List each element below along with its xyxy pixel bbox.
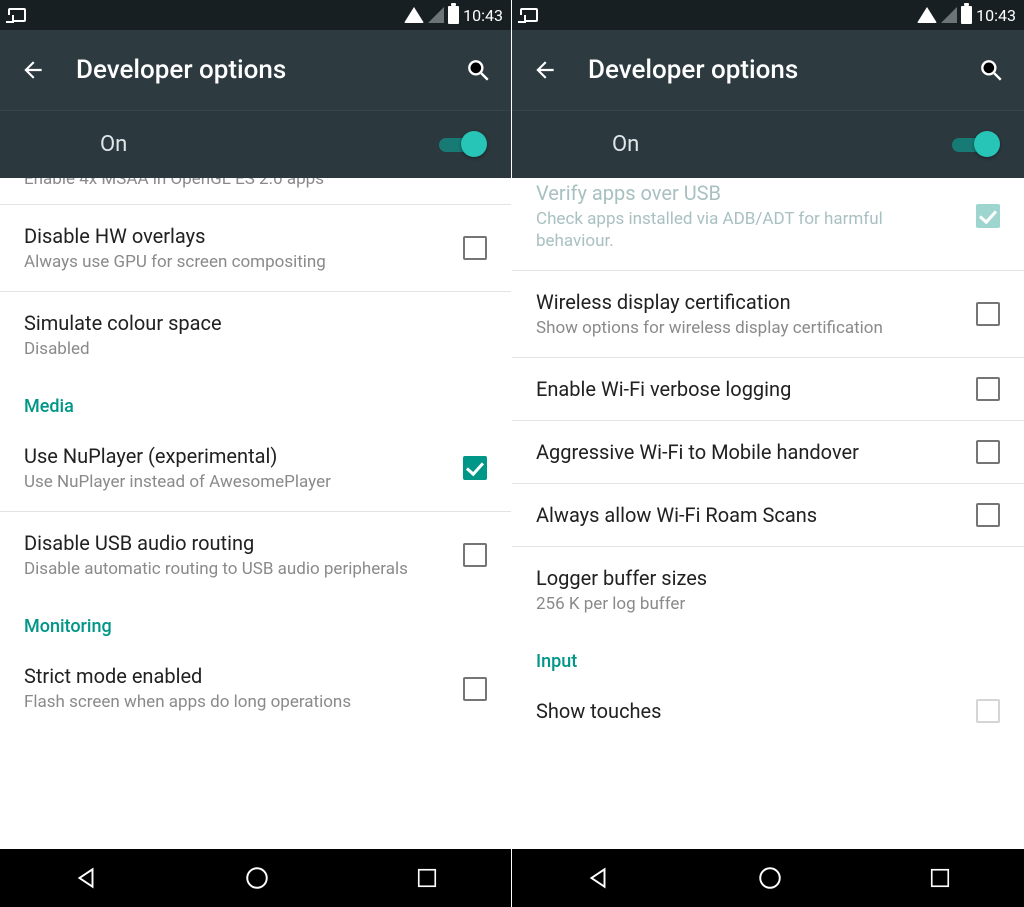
page-title: Developer options [76,55,465,85]
item-title: Wireless display certification [536,289,960,315]
list-item[interactable]: Show touches [512,680,1024,724]
nav-bar [0,849,511,907]
master-toggle-row[interactable]: On [0,110,511,178]
wifi-icon [404,7,424,23]
nav-back-icon[interactable] [73,865,99,891]
cellular-icon [941,7,957,23]
item-sub: Use NuPlayer instead of AwesomePlayer [24,471,447,493]
item-sub: Disabled [24,338,471,360]
battery-icon [961,6,972,24]
clock: 10:43 [463,6,503,25]
item-title: Logger buffer sizes [536,565,984,591]
item-sub: Always use GPU for screen compositing [24,251,447,273]
list-item[interactable]: Strict mode enabled Flash screen when ap… [0,645,511,713]
list-item[interactable]: Use NuPlayer (experimental) Use NuPlayer… [0,425,511,512]
item-title: Enable 4x MSAA in OpenGL ES 2.0 apps [24,178,471,190]
checkbox[interactable] [463,236,487,260]
item-title: Disable USB audio routing [24,530,447,556]
cellular-icon [428,7,444,23]
master-toggle-label: On [612,132,952,157]
search-icon[interactable] [465,57,491,83]
list-item[interactable]: Logger buffer sizes 256 K per log buffer [512,547,1024,633]
app-bar: Developer options [0,30,511,110]
screenshot-icon [8,8,26,22]
list-item[interactable]: Wireless display certification Show opti… [512,271,1024,358]
master-toggle-label: On [100,132,439,157]
checkbox [976,204,1000,228]
list-item[interactable]: Disable USB audio routing Disable automa… [0,512,511,598]
master-switch[interactable] [439,131,487,159]
item-sub: 256 K per log buffer [536,593,984,615]
list-item[interactable]: Enable 4x MSAA in OpenGL ES 2.0 apps [0,178,511,205]
item-title: Aggressive Wi-Fi to Mobile handover [536,439,960,465]
status-bar: 10:43 [512,0,1024,30]
checkbox[interactable] [463,543,487,567]
item-sub: Flash screen when apps do long operation… [24,691,447,713]
back-icon[interactable] [532,57,558,83]
search-icon[interactable] [978,57,1004,83]
wifi-icon [917,7,937,23]
master-switch[interactable] [952,131,1000,159]
app-bar: Developer options [512,30,1024,110]
checkbox[interactable] [976,503,1000,527]
item-title: Verify apps over USB [536,180,960,206]
section-header: Media [0,378,511,425]
list-item[interactable]: Simulate colour space Disabled [0,292,511,378]
item-title: Simulate colour space [24,310,471,336]
back-icon[interactable] [20,57,46,83]
status-bar: 10:43 [0,0,511,30]
battery-icon [448,6,459,24]
item-title: Disable HW overlays [24,223,447,249]
item-title: Strict mode enabled [24,663,447,689]
checkbox[interactable] [463,456,487,480]
checkbox[interactable] [976,699,1000,723]
item-sub: Disable automatic routing to USB audio p… [24,558,447,580]
item-title: Use NuPlayer (experimental) [24,443,447,469]
nav-home-icon[interactable] [244,865,270,891]
list-item[interactable]: Aggressive Wi-Fi to Mobile handover [512,421,1024,484]
item-title: Always allow Wi-Fi Roam Scans [536,502,960,528]
checkbox[interactable] [463,677,487,701]
list-item[interactable]: Always allow Wi-Fi Roam Scans [512,484,1024,547]
checkbox[interactable] [976,440,1000,464]
list-item[interactable]: Enable Wi-Fi verbose logging [512,358,1024,421]
screenshot-icon [520,8,538,22]
list-item: Verify apps over USB Check apps installe… [512,178,1024,271]
section-header: Monitoring [0,598,511,645]
checkbox[interactable] [976,377,1000,401]
list-item[interactable]: Disable HW overlays Always use GPU for s… [0,205,511,292]
clock: 10:43 [976,6,1016,25]
item-sub: Show options for wireless display certif… [536,317,960,339]
page-title: Developer options [588,55,978,85]
nav-recent-icon[interactable] [929,867,951,889]
nav-home-icon[interactable] [757,865,783,891]
nav-bar [512,849,1024,907]
item-title: Show touches [536,698,960,724]
nav-recent-icon[interactable] [416,867,438,889]
section-header: Input [512,633,1024,680]
checkbox[interactable] [976,302,1000,326]
item-title: Enable Wi-Fi verbose logging [536,376,960,402]
master-toggle-row[interactable]: On [512,110,1024,178]
item-sub: Check apps installed via ADB/ADT for har… [536,208,960,252]
nav-back-icon[interactable] [585,865,611,891]
